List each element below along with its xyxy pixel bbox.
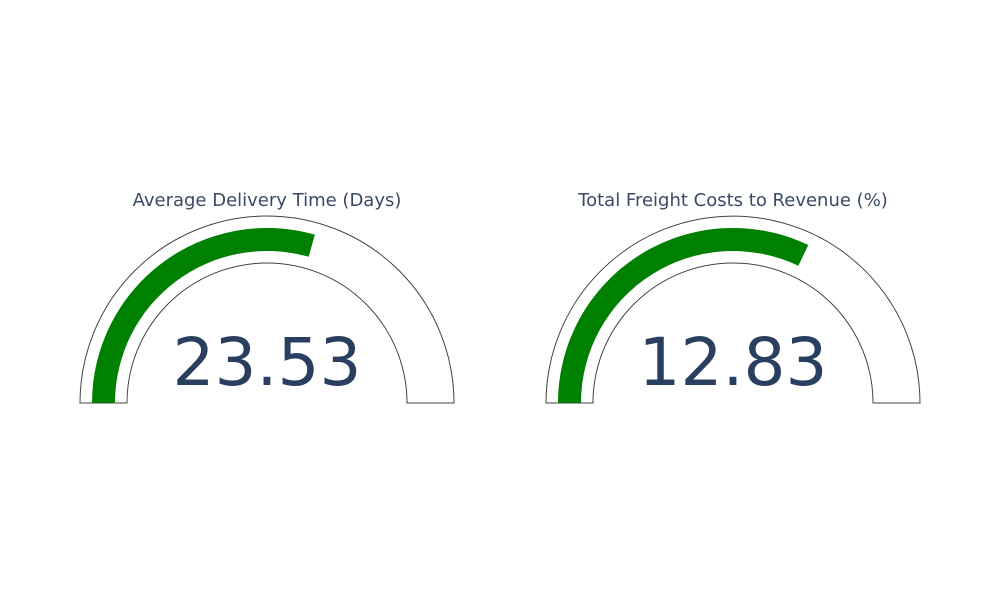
gauge-value-label: 12.83 — [639, 324, 828, 401]
gauge-title: Average Delivery Time (Days) — [133, 190, 402, 211]
gauge-dashboard: Average Delivery Time (Days) 23.53 Total… — [0, 0, 1000, 600]
gauge-title: Total Freight Costs to Revenue (%) — [577, 190, 888, 211]
gauge-value-label: 23.53 — [173, 324, 362, 401]
